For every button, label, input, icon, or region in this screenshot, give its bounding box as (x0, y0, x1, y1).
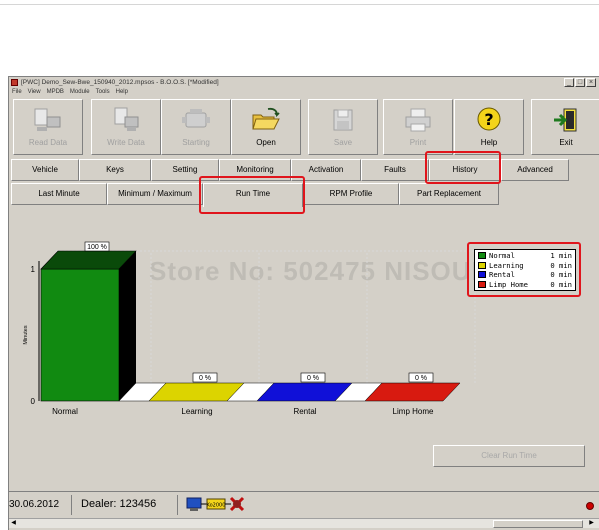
x-tick-1: Learning (181, 407, 212, 416)
exit-label: Exit (559, 138, 573, 147)
chart-svg: 0 1 Minutes 100 % Normal 0 % Learning 0 % Rental… (23, 241, 490, 416)
menu-view[interactable]: View (28, 88, 41, 97)
top-divider (0, 4, 599, 5)
engine-icon (162, 106, 230, 134)
x-tick-3: Limp Home (393, 407, 434, 416)
x-tick-2: Rental (293, 407, 316, 416)
tab-minimum-maximum[interactable]: Minimum / Maximum (107, 183, 203, 205)
exit-door-icon (532, 106, 599, 134)
tab-vehicle[interactable]: Vehicle (11, 159, 79, 181)
connection-status-icon: Ko2000 (186, 496, 245, 512)
floppy-disk-icon (309, 106, 377, 134)
clear-run-time-button[interactable]: Clear Run Time (433, 445, 585, 467)
menu-file[interactable]: File (12, 88, 22, 97)
toolbar: Read Data Write Data Starting Open Save … (11, 99, 599, 157)
data-label-1: 0 % (199, 375, 211, 382)
minimize-button[interactable]: _ (564, 78, 574, 87)
tab-keys[interactable]: Keys (79, 159, 151, 181)
tab-part-replacement[interactable]: Part Replacement (399, 183, 499, 205)
maximize-button[interactable]: □ (575, 78, 585, 87)
app-icon (11, 79, 18, 86)
data-label-2: 0 % (307, 375, 319, 382)
read-data-label: Read Data (28, 138, 68, 147)
open-button[interactable]: Open (231, 99, 301, 155)
menu-help[interactable]: Help (116, 88, 128, 97)
read-data-icon (14, 106, 82, 134)
app-window: [PWC] Demo_Sew-Bwe_150940_2012.mpsos - B… (8, 76, 599, 530)
scroll-right-arrow[interactable]: ▶ (587, 519, 596, 528)
status-date: 30.06.2012 (9, 499, 60, 510)
history-tab-highlight (425, 151, 501, 184)
x-tick-0: Normal (52, 407, 78, 416)
status-tag: Ko2000 (207, 503, 226, 509)
status-indicator-icon (586, 502, 594, 510)
print-button[interactable]: Print (383, 99, 453, 155)
bar-3 (364, 382, 461, 402)
svg-text:?: ? (484, 110, 493, 129)
run-time-chart: Store No: 502475 NISOURCE 0 1 Minutes 100 %… (9, 207, 599, 467)
help-icon: ? (455, 106, 523, 134)
y-tick-0: 0 (31, 397, 36, 406)
title-bar[interactable]: [PWC] Demo_Sew-Bwe_150940_2012.mpsos - B… (9, 77, 599, 88)
scroll-left-arrow[interactable]: ◀ (9, 519, 18, 528)
status-bar: 30.06.2012 Dealer: 123456 Ko2000 (9, 491, 599, 518)
y-tick-1: 1 (31, 265, 36, 274)
help-label: Help (480, 138, 498, 147)
starting-label: Starting (182, 138, 210, 147)
printer-icon (384, 106, 452, 134)
menu-mpdb[interactable]: MPDB (47, 88, 64, 97)
bar-0 (40, 268, 120, 402)
write-data-button[interactable]: Write Data (91, 99, 161, 155)
tab-rpm-profile[interactable]: RPM Profile (303, 183, 399, 205)
menu-bar: File View MPDB Module Tools Help (9, 88, 599, 97)
tab-advanced[interactable]: Advanced (501, 159, 569, 181)
screenshot: [PWC] Demo_Sew-Bwe_150940_2012.mpsos - B… (0, 0, 599, 530)
print-label: Print (409, 138, 427, 147)
menu-module[interactable]: Module (70, 88, 90, 97)
y-axis-label: Minutes (23, 325, 29, 345)
help-button[interactable]: ? Help (454, 99, 524, 155)
legend-highlight (467, 242, 581, 297)
save-label: Save (333, 138, 353, 147)
window-title: [PWC] Demo_Sew-Bwe_150940_2012.mpsos - B… (21, 79, 219, 86)
open-label: Open (256, 138, 276, 147)
menu-tools[interactable]: Tools (96, 88, 110, 97)
bar-side-0 (119, 251, 136, 401)
tab-faults[interactable]: Faults (361, 159, 429, 181)
close-button[interactable]: × (586, 78, 596, 87)
status-dealer: Dealer: 123456 (81, 498, 157, 510)
write-data-label: Write Data (107, 138, 145, 147)
scrollbar-thumb[interactable] (493, 520, 583, 528)
exit-button[interactable]: Exit (531, 99, 599, 155)
tab-last-minute[interactable]: Last Minute (11, 183, 107, 205)
starting-button[interactable]: Starting (161, 99, 231, 155)
write-data-icon (92, 106, 160, 134)
save-button[interactable]: Save (308, 99, 378, 155)
data-label-0: 100 % (87, 244, 107, 251)
data-label-3: 0 % (415, 375, 427, 382)
folder-open-icon (232, 106, 300, 134)
horizontal-scrollbar[interactable]: ◀ ▶ (9, 518, 599, 528)
read-data-button[interactable]: Read Data (13, 99, 83, 155)
